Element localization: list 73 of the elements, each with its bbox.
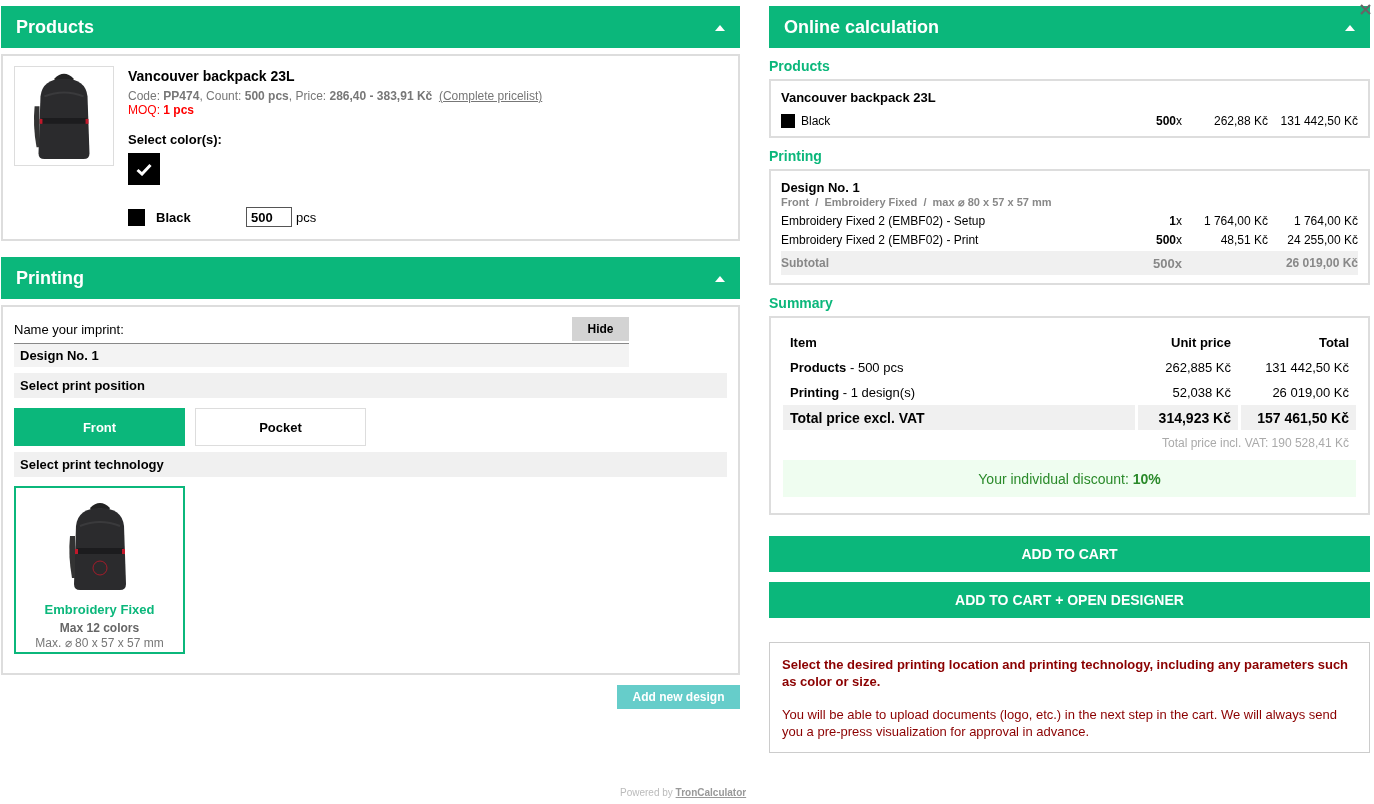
vat-total: Total price incl. VAT: 190 528,41 Kč [1161, 435, 1350, 450]
line-total: 1 764,00 Kč [1292, 214, 1358, 228]
unit-price: 48,51 Kč [1219, 233, 1268, 247]
section-heading: Select print technology [14, 452, 727, 477]
quantity: 1x [1168, 214, 1182, 228]
quantity: 500x [1154, 233, 1182, 247]
summary-item: Printing - 1 design(s) [790, 385, 915, 400]
column-header: Item [789, 334, 818, 352]
technology-option[interactable]: Embroidery Fixed Max 12 colors Max. ⌀ 80 x 57 x 57 mm [14, 486, 185, 654]
panel-title: Products [16, 16, 94, 38]
unit-price: 1 764,00 Kč [1202, 214, 1268, 228]
add-design-button[interactable]: Add new design [617, 685, 740, 709]
design-path: Front / Embroidery Fixed / max ⌀ 80 x 57 x 57 mm [781, 196, 1053, 209]
tron-link[interactable]: TronCalculator [675, 787, 747, 798]
line-total: 131 442,50 Kč [1279, 114, 1358, 128]
note-heading: Select the desired printing location and printing technology, including any parameters such as color or size. [782, 656, 1350, 690]
section-title: Products [769, 58, 831, 74]
position-option[interactable]: Pocket [195, 408, 366, 446]
unit-price: 262,88 Kč [1212, 114, 1268, 128]
cart-button[interactable]: ADD TO CART + OPEN DESIGNER [769, 582, 1370, 618]
cart-button[interactable]: ADD TO CART [769, 536, 1370, 572]
note-text: You will be able to upload documents (logo, etc.) in the next step in the cart. We will always send you a pre-press visualization for approval in advance. [782, 706, 1338, 740]
subtotal-quantity: 500x [1152, 255, 1182, 271]
column-header: Total [1317, 334, 1350, 352]
quantity: 500x [1154, 114, 1182, 128]
panel-title: Online calculation [784, 16, 940, 38]
technology-colors: Max 12 colors [59, 621, 140, 635]
subtotal-total: 26 019,00 Kč [1284, 256, 1358, 270]
collapse-icon[interactable] [714, 23, 726, 32]
section-title: Summary [769, 295, 834, 311]
line-total: 26 019,00 Kč [1271, 384, 1350, 402]
line-total: 131 442,50 Kč [1264, 359, 1350, 377]
panel-title: Printing [16, 267, 84, 289]
total-unit-price: 314,923 Kč [1138, 405, 1238, 430]
quantity-input[interactable]: 500 [246, 207, 292, 227]
product-name: Vancouver backpack 23L [128, 68, 296, 84]
color-select-label: Select color(s): [128, 132, 223, 147]
section-heading: Select print position [14, 373, 727, 398]
unit-price: 262,885 Kč [1164, 359, 1232, 377]
position-option[interactable]: Front [14, 408, 185, 446]
moq-text: MOQ: 1 pcs [128, 103, 196, 117]
summary-item: Products - 500 pcs [790, 360, 904, 375]
technology-size: Max. ⌀ 80 x 57 x 57 mm [35, 636, 164, 650]
hide-button[interactable]: Hide [572, 317, 629, 341]
product-details: Code: PP474, Count: 500 pcs, Price: 286,40 - 383,91 Kč (Complete pricelist) [128, 89, 543, 103]
section-title: Printing [769, 148, 823, 164]
color-name: Black [156, 209, 192, 225]
unit-label: pcs [296, 209, 317, 225]
check-icon [136, 162, 152, 176]
discount-text: Your individual discount: 10% [978, 470, 1161, 487]
panel-header[interactable]: Printing [1, 257, 740, 299]
panel-header[interactable]: Products [1, 6, 740, 48]
imprint-name-field[interactable]: Design No. 1 [14, 343, 629, 367]
collapse-icon[interactable] [714, 274, 726, 283]
column-header: Unit price [1170, 334, 1232, 352]
line-total: 24 255,00 Kč [1286, 233, 1358, 247]
color-swatch[interactable] [128, 153, 160, 185]
total-price: 157 461,50 Kč [1241, 405, 1356, 430]
product-name: Vancouver backpack 23L [781, 90, 937, 105]
pricelist-link[interactable]: (Complete pricelist) [438, 89, 543, 103]
imprint-name-label: Name your imprint: [14, 321, 124, 337]
close-icon[interactable] [1360, 4, 1371, 15]
subtotal-label: Subtotal [781, 256, 830, 270]
panel-header[interactable]: Online calculation [769, 6, 1370, 48]
collapse-icon[interactable] [1344, 23, 1356, 32]
unit-price: 52,038 Kč [1171, 384, 1232, 402]
print-item: Embroidery Fixed 2 (EMBF02) - Setup [781, 214, 987, 228]
powered-by-text: Powered by TronCalculator [620, 787, 747, 798]
print-item: Embroidery Fixed 2 (EMBF02) - Print [781, 233, 980, 247]
total-label: Total price excl. VAT [783, 405, 1135, 430]
technology-name: Embroidery Fixed [44, 602, 155, 617]
color-name: Black [801, 114, 831, 128]
design-name: Design No. 1 [781, 180, 861, 195]
